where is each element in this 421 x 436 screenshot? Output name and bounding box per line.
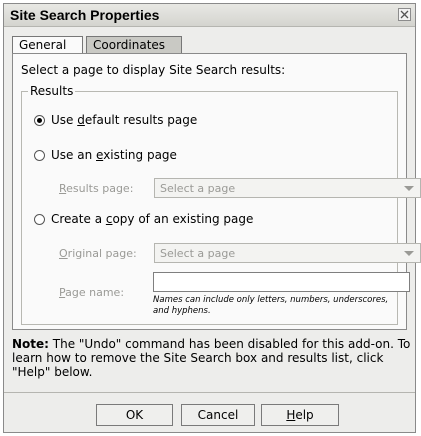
title-bar[interactable]: Site Search Properties [4, 4, 415, 27]
intro-text: Select a page to display Site Search res… [21, 63, 286, 77]
original-page-select-value: Select a page [160, 247, 236, 260]
original-page-select[interactable]: Select a page [154, 243, 421, 263]
general-panel: Select a page to display Site Search res… [12, 53, 421, 330]
undo-note: Note: The "Undo" command has been disabl… [12, 337, 411, 379]
results-page-select[interactable]: Select a page [154, 178, 421, 198]
button-separator [4, 392, 415, 393]
site-search-properties-dialog: Site Search Properties General Coordinat… [3, 3, 421, 433]
ok-button[interactable]: OK [96, 404, 173, 426]
chevron-down-icon [404, 251, 414, 256]
radio-copy-existing-page[interactable]: Create a copy of an existing page [34, 211, 253, 227]
tab-coordinates[interactable]: Coordinates [86, 36, 182, 54]
chevron-down-icon [404, 186, 414, 191]
radio-default-label: Use default results page [51, 113, 198, 127]
radio-existing-page[interactable]: Use an existing page [34, 147, 177, 163]
radio-button[interactable] [34, 149, 45, 161]
radio-existing-label: Use an existing page [51, 148, 177, 162]
page-name-label: Page name: [59, 286, 125, 299]
radio-button[interactable] [34, 213, 45, 225]
radio-button-checked[interactable] [34, 114, 45, 126]
close-icon[interactable] [398, 8, 411, 21]
results-page-select-value: Select a page [160, 182, 236, 195]
cancel-button[interactable]: Cancel [181, 404, 255, 426]
dialog-title: Site Search Properties [10, 7, 160, 23]
results-page-label: Results page: [59, 182, 134, 195]
radio-copy-label: Create a copy of an existing page [51, 212, 254, 226]
page-name-hint: Names can include only letters, numbers,… [153, 295, 389, 316]
results-legend: Results [28, 84, 76, 98]
original-page-label: Original page: [59, 247, 137, 260]
page-name-input[interactable] [153, 272, 410, 292]
radio-default-results-page[interactable]: Use default results page [34, 112, 197, 128]
tab-general[interactable]: General [12, 36, 83, 54]
help-button[interactable]: Help [261, 404, 339, 426]
